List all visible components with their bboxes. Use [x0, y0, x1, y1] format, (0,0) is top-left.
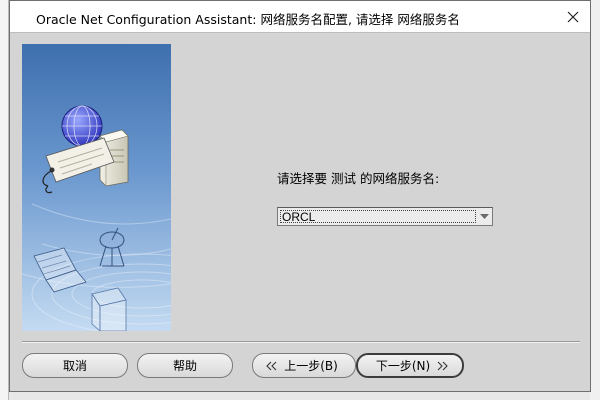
close-button[interactable]	[556, 1, 590, 32]
globe-icon	[61, 105, 103, 147]
wizard-illustration	[22, 44, 171, 331]
selected-service-value: ORCL	[282, 210, 316, 224]
window-title: Oracle Net Configuration Assistant: 网络服务…	[36, 12, 460, 27]
cube-icon	[91, 287, 127, 331]
help-button[interactable]: 帮助	[137, 353, 233, 378]
cancel-button[interactable]: 取消	[22, 353, 128, 378]
next-button[interactable]: 下一步(N)	[356, 353, 464, 378]
help-button-label: 帮助	[172, 359, 197, 373]
chevron-double-right-icon	[436, 359, 450, 373]
next-button-label: 下一步(N)	[375, 359, 431, 373]
back-button[interactable]: 上一步(B)	[252, 353, 356, 378]
background-window-left	[0, 0, 9, 400]
dropdown-arrow-icon[interactable]	[479, 211, 490, 222]
chevron-double-left-icon	[264, 359, 278, 373]
dialog-window: Oracle Net Configuration Assistant: 网络服务…	[9, 0, 591, 392]
close-icon	[567, 11, 579, 22]
button-divider	[22, 341, 580, 343]
cancel-button-label: 取消	[62, 359, 87, 373]
service-prompt-label: 请选择要 测试 的网络服务名:	[277, 171, 440, 186]
back-button-label: 上一步(B)	[284, 359, 338, 373]
title-bar: Oracle Net Configuration Assistant: 网络服务…	[10, 1, 590, 33]
background-window-right	[590, 0, 600, 400]
service-name-dropdown[interactable]: ORCL	[277, 207, 493, 226]
